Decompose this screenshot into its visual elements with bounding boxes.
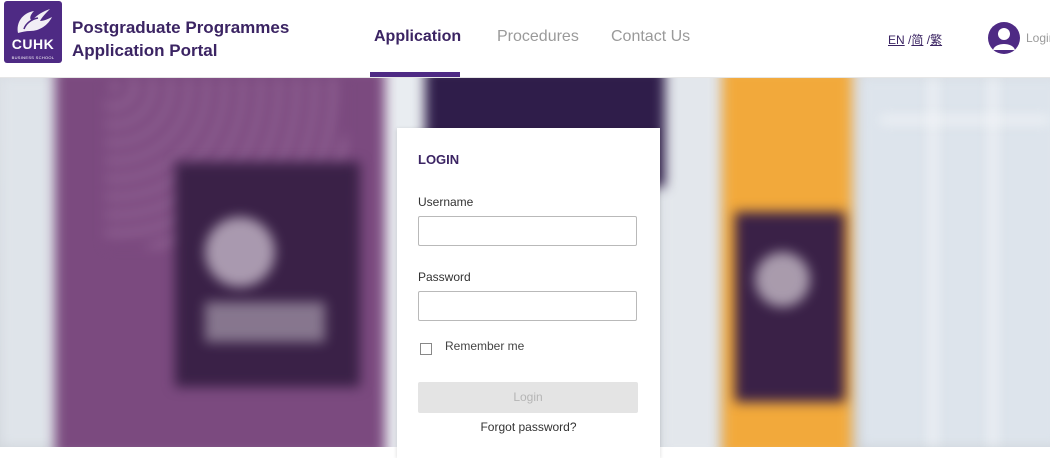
password-input[interactable] [418, 291, 637, 321]
user-avatar-icon[interactable] [988, 22, 1020, 54]
username-label: Username [418, 195, 474, 209]
active-tab-indicator [370, 72, 460, 77]
lang-tc-link[interactable]: 繁 [930, 33, 942, 47]
portal-title-line2: Application Portal [72, 41, 218, 60]
lang-sc-link[interactable]: 简 [911, 33, 923, 47]
tab-contact-us[interactable]: Contact Us [611, 28, 690, 46]
lang-en-link[interactable]: EN [888, 33, 905, 47]
username-input[interactable] [418, 216, 637, 246]
remember-me-checkbox[interactable] [420, 343, 432, 355]
tab-procedures[interactable]: Procedures [497, 28, 579, 46]
login-card: LOGIN Username Password Remember me Logi… [397, 128, 660, 458]
login-button[interactable]: Login [418, 382, 638, 413]
portal-title: Postgraduate Programmes Application Port… [72, 16, 312, 62]
language-switcher: EN /简 /繁 [888, 31, 942, 48]
logo-text: CUHK [11, 36, 55, 52]
tab-application[interactable]: Application [374, 28, 461, 46]
top-header: CUHK BUSINESS SCHOOL Postgraduate Progra… [0, 0, 1050, 78]
logo-subtext: BUSINESS SCHOOL [11, 55, 55, 60]
header-login-link[interactable]: Login [1026, 31, 1050, 45]
user-silhouette-icon [993, 28, 1015, 50]
portal-title-line1: Postgraduate Programmes [72, 18, 290, 37]
login-title: LOGIN [418, 152, 460, 167]
password-label: Password [418, 270, 471, 284]
cuhk-logo[interactable]: CUHK BUSINESS SCHOOL [4, 1, 62, 63]
forgot-password-link[interactable]: Forgot password? [397, 420, 660, 434]
remember-me-label[interactable]: Remember me [445, 339, 524, 353]
phoenix-icon [17, 9, 52, 33]
